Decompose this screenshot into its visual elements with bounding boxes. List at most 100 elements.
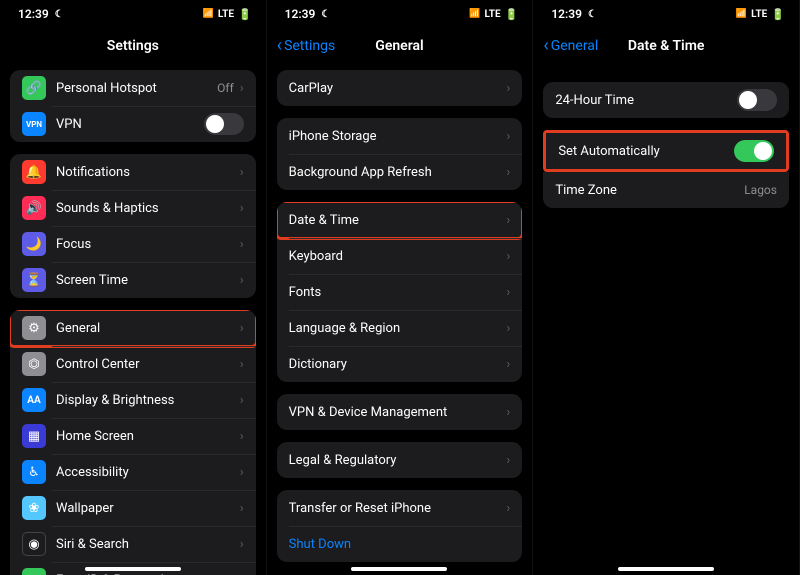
chevron-right-icon: › (506, 129, 510, 144)
row-set-automatically[interactable]: Set Automatically (546, 133, 786, 169)
24hour-toggle[interactable] (737, 89, 777, 111)
network-label: LTE (484, 9, 500, 20)
chevron-right-icon: › (240, 393, 244, 408)
row-label: Screen Time (56, 273, 240, 288)
row-accessibility[interactable]: ♿︎ Accessibility › (10, 454, 256, 490)
row-label: iPhone Storage (289, 129, 507, 144)
dnd-moon-icon: ☾ (321, 9, 330, 20)
siri-icon: ◉ (22, 532, 46, 556)
row-transfer[interactable]: Transfer or Reset iPhone › (277, 490, 523, 526)
row-label: CarPlay (289, 81, 507, 96)
row-label: VPN (56, 117, 204, 132)
back-label: Settings (284, 38, 335, 54)
vpn-toggle[interactable] (204, 113, 244, 135)
group-timezone: Time Zone Lagos (543, 172, 789, 208)
home-indicator[interactable] (351, 567, 447, 571)
general-scroll[interactable]: CarPlay › iPhone Storage › Background Ap… (267, 64, 533, 575)
row-shutdown[interactable]: Shut Down (277, 526, 523, 562)
chevron-right-icon: › (506, 165, 510, 180)
row-legal[interactable]: Legal & Regulatory › (277, 442, 523, 478)
row-sounds[interactable]: 🔊 Sounds & Haptics › (10, 190, 256, 226)
battery-icon: 🔋 (238, 8, 252, 21)
group-input: Date & Time › Keyboard › Fonts › Languag… (277, 202, 523, 382)
set-auto-toggle[interactable] (734, 140, 774, 162)
row-label: Wallpaper (56, 501, 240, 516)
row-label: Date & Time (289, 213, 507, 228)
row-timezone[interactable]: Time Zone Lagos (543, 172, 789, 208)
chevron-right-icon: › (240, 357, 244, 372)
hotspot-icon: 🔗 (22, 76, 46, 100)
battery-icon: 🔋 (771, 8, 785, 21)
row-dictionary[interactable]: Dictionary › (277, 346, 523, 382)
phone-general: 12:39 ☾ 📶 LTE 🔋 ‹ Settings General CarPl… (267, 0, 534, 575)
back-button[interactable]: ‹ Settings (277, 37, 336, 55)
chevron-right-icon: › (506, 285, 510, 300)
chevron-left-icon: ‹ (277, 37, 282, 55)
row-vpn[interactable]: VPN VPN (10, 106, 256, 142)
row-label: Siri & Search (56, 537, 240, 552)
row-carplay[interactable]: CarPlay › (277, 70, 523, 106)
home-indicator[interactable] (618, 567, 714, 571)
row-label: Time Zone (555, 183, 744, 198)
status-time: 12:39 (551, 7, 582, 21)
row-general[interactable]: ⚙︎ General › (10, 310, 256, 346)
battery-icon: 🔋 (505, 8, 519, 21)
row-label: 24-Hour Time (555, 93, 737, 108)
row-label: VPN & Device Management (289, 405, 507, 420)
chevron-left-icon: ‹ (543, 37, 548, 55)
accessibility-icon: ♿︎ (22, 460, 46, 484)
row-siri[interactable]: ◉ Siri & Search › (10, 526, 256, 562)
back-button[interactable]: ‹ General (543, 37, 598, 55)
row-fonts[interactable]: Fonts › (277, 274, 523, 310)
row-label: Shut Down (289, 537, 511, 552)
row-bg-refresh[interactable]: Background App Refresh › (277, 154, 523, 190)
chevron-right-icon: › (506, 357, 510, 372)
faceid-icon: ☺︎ (22, 568, 46, 575)
home-indicator[interactable] (85, 567, 181, 571)
phone-date-time: 12:39 ☾ 📶 LTE 🔋 ‹ General Date & Time 24… (533, 0, 800, 575)
row-home-screen[interactable]: ▦ Home Screen › (10, 418, 256, 454)
row-display[interactable]: AA Display & Brightness › (10, 382, 256, 418)
chevron-right-icon: › (240, 237, 244, 252)
row-label: Set Automatically (558, 144, 734, 159)
row-personal-hotspot[interactable]: 🔗 Personal Hotspot Off › (10, 70, 256, 106)
chevron-right-icon: › (240, 321, 244, 336)
page-title: Settings (107, 38, 159, 54)
page-title: Date & Time (628, 38, 705, 54)
back-label: General (551, 38, 599, 54)
chevron-right-icon: › (506, 213, 510, 228)
row-notifications[interactable]: 🔔 Notifications › (10, 154, 256, 190)
row-label: Transfer or Reset iPhone (289, 501, 507, 516)
row-date-time[interactable]: Date & Time › (277, 202, 523, 238)
status-bar: 12:39 ☾ 📶 LTE 🔋 (533, 0, 799, 28)
row-label: Keyboard (289, 249, 507, 264)
page-title: General (375, 38, 423, 54)
row-focus[interactable]: 🌙 Focus › (10, 226, 256, 262)
settings-scroll[interactable]: 🔗 Personal Hotspot Off › VPN VPN 🔔 Notif… (0, 64, 266, 575)
nav-header: ‹ Settings General (267, 28, 533, 64)
datetime-scroll[interactable]: 24-Hour Time Set Automatically Time Zone… (533, 64, 799, 575)
row-label: Personal Hotspot (56, 81, 217, 96)
row-storage[interactable]: iPhone Storage › (277, 118, 523, 154)
row-24hour[interactable]: 24-Hour Time (543, 82, 789, 118)
row-control-center[interactable]: ⏣ Control Center › (10, 346, 256, 382)
row-label: Fonts (289, 285, 507, 300)
row-wallpaper[interactable]: ❀ Wallpaper › (10, 490, 256, 526)
row-language[interactable]: Language & Region › (277, 310, 523, 346)
group-vpn: VPN & Device Management › (277, 394, 523, 430)
row-keyboard[interactable]: Keyboard › (277, 238, 523, 274)
general-icon: ⚙︎ (22, 316, 46, 340)
screentime-icon: ⏳ (22, 268, 46, 292)
group-24hr: 24-Hour Time (543, 82, 789, 118)
row-label: Display & Brightness (56, 393, 240, 408)
row-label: General (56, 321, 240, 336)
vpn-icon: VPN (22, 112, 46, 136)
signal-icon: 📶 (469, 9, 480, 19)
network-label: LTE (218, 9, 234, 20)
row-value: Off (217, 81, 234, 95)
row-screen-time[interactable]: ⏳ Screen Time › (10, 262, 256, 298)
chevron-right-icon: › (240, 81, 244, 96)
nav-header: ‹ General Date & Time (533, 28, 799, 64)
row-value: Lagos (744, 183, 777, 197)
row-vpn-mgmt[interactable]: VPN & Device Management › (277, 394, 523, 430)
